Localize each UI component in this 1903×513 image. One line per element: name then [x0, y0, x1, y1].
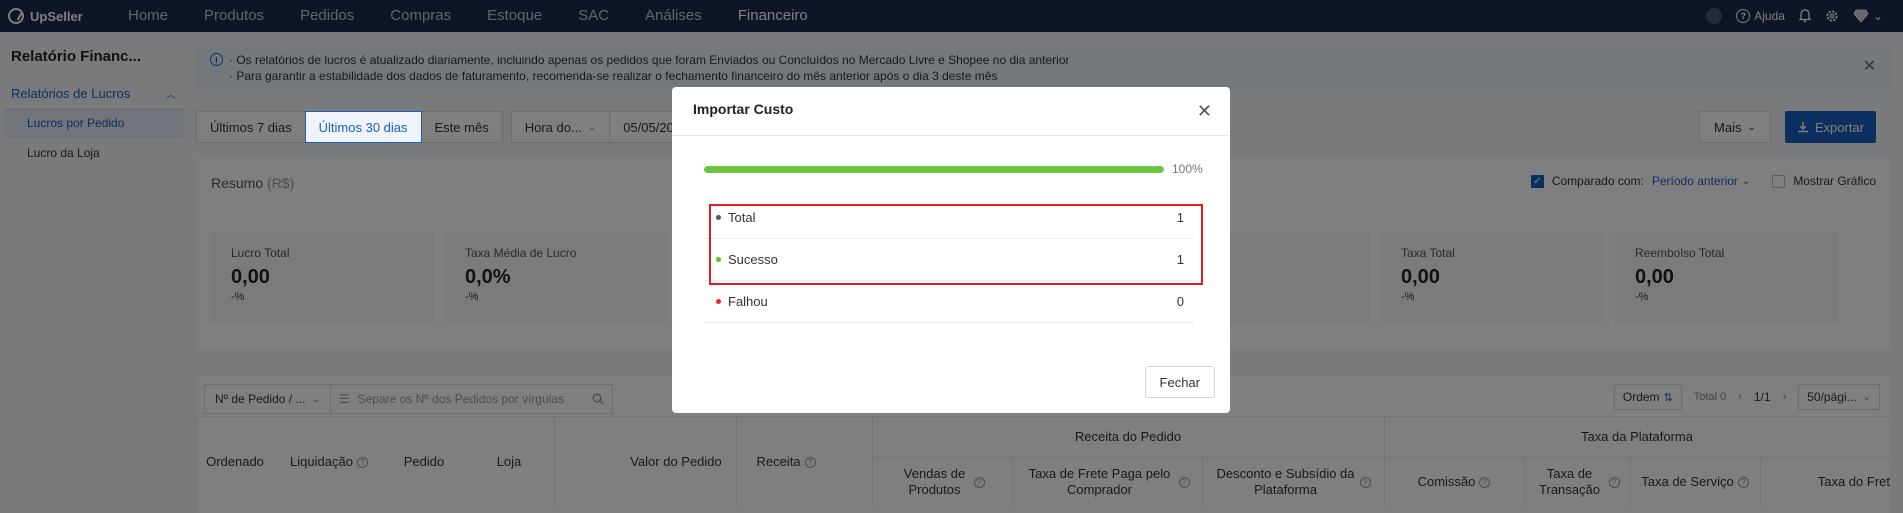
result-count: 0	[1176, 294, 1184, 309]
range-last-30-days[interactable]: Últimos 30 dias	[304, 111, 422, 143]
result-label: Falhou	[728, 294, 768, 309]
import-cost-modal: Importar Custo ✕ 100% Total 1 Sucesso 1 …	[672, 87, 1230, 413]
progress-percent: 100%	[1172, 162, 1203, 176]
close-icon[interactable]: ✕	[1197, 101, 1212, 122]
modal-divider	[672, 135, 1230, 136]
progress-fill	[704, 166, 1164, 173]
result-row-failed: Falhou 0	[704, 281, 1194, 323]
status-dot	[716, 299, 721, 304]
modal-title: Importar Custo	[693, 101, 794, 117]
progress-bar	[704, 166, 1164, 173]
highlight-box	[709, 204, 1203, 285]
close-button[interactable]: Fechar	[1144, 366, 1215, 398]
